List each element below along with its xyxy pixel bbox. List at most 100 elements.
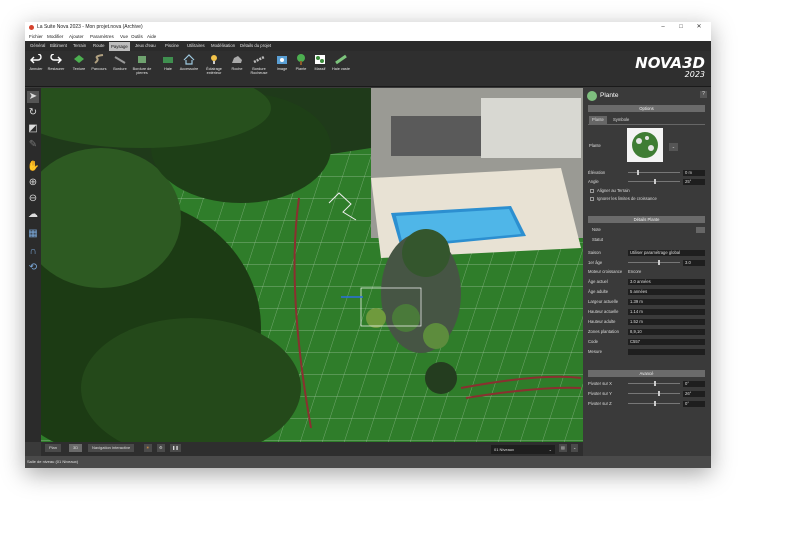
- pencil-icon[interactable]: ✎: [27, 139, 39, 151]
- detail-label: Âge actuel: [588, 279, 608, 284]
- age-knob[interactable]: [658, 260, 660, 265]
- eclairage-button[interactable]: Éclairage extérieur: [203, 53, 225, 75]
- age-slider[interactable]: [628, 260, 680, 265]
- snap-icon[interactable]: ⟲: [27, 262, 39, 274]
- view-dropdown-icon[interactable]: ⌄: [571, 444, 579, 452]
- mesure-select[interactable]: [628, 349, 705, 355]
- zoom-in-icon[interactable]: ⊕: [27, 177, 39, 189]
- detail-value[interactable]: C557: [628, 339, 705, 345]
- tab-route[interactable]: Route: [91, 41, 106, 51]
- menu-vue[interactable]: Vue: [120, 33, 128, 41]
- accessoire-button[interactable]: Accessoire: [178, 53, 200, 71]
- advanced-header[interactable]: Avancé: [588, 370, 705, 377]
- tab-terrain[interactable]: Terrain: [71, 41, 88, 51]
- tab-symbole[interactable]: Symbole: [610, 116, 632, 124]
- bordure-pierres-button[interactable]: Bordure de pierres: [131, 53, 153, 75]
- app-icon: [29, 25, 34, 30]
- roche-button[interactable]: Roche: [226, 53, 248, 71]
- select-arrow-icon[interactable]: ➤: [27, 91, 39, 103]
- pivot-x-slider[interactable]: [628, 381, 680, 386]
- massif-button[interactable]: Massif: [309, 53, 331, 71]
- ignore-limits-checkbox[interactable]: [590, 197, 594, 201]
- tab-jeux-deau[interactable]: Jeux d'eau: [133, 41, 158, 51]
- grid-icon[interactable]: ▦: [27, 228, 39, 240]
- angle-field[interactable]: 25°: [683, 179, 705, 185]
- note-label: Note: [592, 227, 601, 232]
- flowerbed-icon: [315, 55, 325, 64]
- menu-parametres[interactable]: Paramètres: [90, 33, 114, 41]
- cloud-icon[interactable]: ☁: [27, 209, 39, 221]
- status-bar: Salle de niveau (01 Niveaux): [25, 456, 711, 468]
- tab-piscine[interactable]: Piscine: [163, 41, 181, 51]
- settings-gear-icon[interactable]: ⚙: [157, 444, 165, 452]
- detail-row: Âge actuel 3.0 années: [588, 278, 705, 286]
- align-terrain-row[interactable]: Aligner au Terrain: [588, 187, 705, 195]
- saison-label: Saison: [588, 250, 601, 255]
- tab-details-projet[interactable]: Détails du projet: [238, 41, 273, 51]
- pivot-x-knob[interactable]: [654, 381, 656, 386]
- menu-ajouter[interactable]: Ajouter: [69, 33, 84, 41]
- zoom-out-icon[interactable]: ⊖: [27, 193, 39, 205]
- tab-plante[interactable]: Plante: [589, 116, 607, 124]
- haie-button[interactable]: Haie: [157, 53, 179, 71]
- tab-navigation[interactable]: Navigation interactive: [88, 444, 135, 452]
- age-label: 1er âge: [588, 260, 603, 265]
- note-button[interactable]: [696, 227, 705, 233]
- angle-slider[interactable]: [628, 179, 680, 184]
- haie-vaste-button[interactable]: Haie vaste: [330, 53, 352, 71]
- pivot-y-slider[interactable]: [628, 391, 680, 396]
- saison-select[interactable]: Utiliser paramétrage global: [628, 250, 705, 256]
- pivot-y-field[interactable]: 26°: [683, 391, 705, 397]
- texture-button[interactable]: Texture: [68, 53, 90, 71]
- tab-utilitaires[interactable]: Utilitaires: [185, 41, 207, 51]
- maximize-icon[interactable]: □: [672, 22, 690, 33]
- pivot-z-knob[interactable]: [654, 401, 656, 406]
- menu-fichier[interactable]: Fichier: [29, 33, 43, 41]
- tab-paysage[interactable]: Paysage: [109, 42, 130, 51]
- help-icon[interactable]: ?: [700, 91, 707, 98]
- level-select[interactable]: 01 Niveaux ⌄: [491, 445, 555, 454]
- redo-button[interactable]: Restaurer: [45, 53, 67, 71]
- elevation-field[interactable]: 0 m: [683, 170, 705, 176]
- pan-hand-icon[interactable]: ✋: [27, 161, 39, 173]
- crop-icon[interactable]: ◩: [27, 123, 39, 135]
- menu-outils[interactable]: Outils: [131, 33, 143, 41]
- tab-modelisation[interactable]: Modélisation: [209, 41, 237, 51]
- magnet-icon[interactable]: ∩: [27, 246, 39, 258]
- menu-modifier[interactable]: Modifier: [47, 33, 63, 41]
- sun-icon[interactable]: ☀: [144, 444, 152, 452]
- plant-thumbnail[interactable]: [627, 128, 663, 162]
- ignore-limits-row[interactable]: Ignorer les limites de croissance: [588, 195, 705, 203]
- close-icon[interactable]: ✕: [690, 22, 708, 33]
- detail-value: 8,9,10: [628, 329, 705, 335]
- plant-dropdown-icon[interactable]: ⌄: [669, 143, 678, 151]
- pivot-z-slider[interactable]: [628, 401, 680, 406]
- divider: [588, 124, 705, 125]
- pivot-x-field[interactable]: 0°: [683, 381, 705, 387]
- elevation-slider[interactable]: [628, 170, 680, 175]
- elevation-knob[interactable]: [637, 170, 639, 175]
- age-field[interactable]: 3.0: [683, 260, 705, 266]
- layers-icon[interactable]: ▤: [559, 444, 567, 452]
- tab-batiment[interactable]: Bâtiment: [48, 41, 69, 51]
- bordure-button[interactable]: Bordure: [109, 53, 131, 71]
- tab-plan[interactable]: Plan: [45, 444, 62, 452]
- rotate-icon[interactable]: ↻: [27, 107, 39, 119]
- angle-knob[interactable]: [654, 179, 656, 184]
- details-header[interactable]: Détails Plante: [588, 216, 705, 223]
- align-terrain-checkbox[interactable]: [590, 189, 594, 193]
- tab-general[interactable]: Général: [28, 41, 47, 51]
- options-header[interactable]: Options: [588, 105, 705, 112]
- minimize-icon[interactable]: –: [654, 22, 672, 33]
- tab-3d[interactable]: 3D: [69, 444, 83, 452]
- pivot-z-field[interactable]: 0°: [683, 401, 705, 407]
- pause-icon[interactable]: ❚❚: [170, 444, 181, 452]
- bordure-rocheuse-button[interactable]: Bordure Rocheuse: [248, 53, 270, 75]
- menu-aide[interactable]: Aide: [147, 33, 156, 41]
- hedge-icon: [163, 57, 173, 63]
- parcours-button[interactable]: Parcours: [88, 53, 110, 71]
- pivot-y-knob[interactable]: [658, 391, 660, 396]
- pivot-x-label: Pivoter sur X: [588, 381, 612, 386]
- 3d-viewport[interactable]: [41, 88, 583, 442]
- undo-button[interactable]: Annuler: [25, 53, 47, 71]
